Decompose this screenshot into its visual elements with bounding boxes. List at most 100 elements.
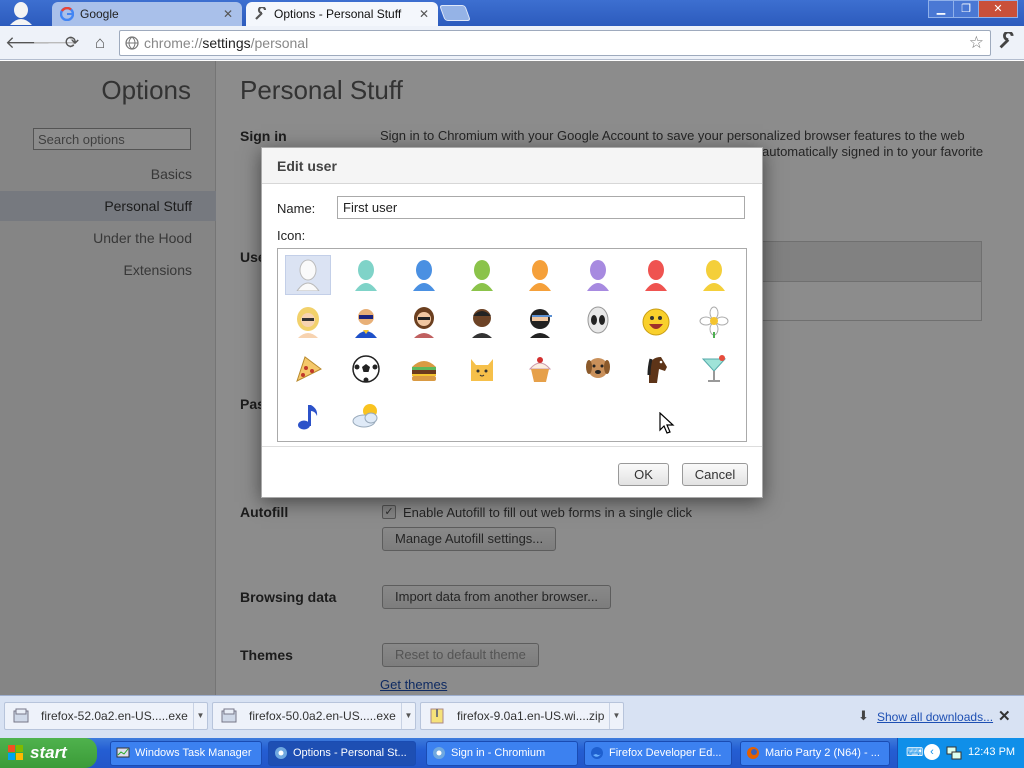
url-text[interactable]: chrome://settings/personal bbox=[144, 35, 308, 51]
name-label: Name: bbox=[277, 201, 316, 216]
ok-button[interactable]: OK bbox=[618, 463, 669, 486]
avatar-blue-icon[interactable] bbox=[401, 255, 447, 295]
back-icon[interactable]: 🡐 bbox=[5, 33, 51, 53]
close-window-button[interactable]: ✕ bbox=[978, 0, 1018, 18]
superhero-icon[interactable] bbox=[343, 302, 389, 342]
globe-icon bbox=[125, 36, 139, 50]
man-icon[interactable] bbox=[459, 302, 505, 342]
woman-sunglasses-icon[interactable] bbox=[401, 302, 447, 342]
chevron-down-icon[interactable]: ▼ bbox=[401, 703, 415, 729]
taskbar-item-label: Options - Personal St... bbox=[293, 747, 407, 759]
keyboard-icon[interactable]: ⌨ bbox=[906, 745, 923, 759]
installer-file-icon bbox=[221, 708, 237, 723]
close-icon[interactable]: ✕ bbox=[418, 7, 430, 21]
cocktail-icon[interactable] bbox=[691, 349, 737, 389]
flower-icon[interactable] bbox=[691, 302, 737, 342]
task-manager-icon bbox=[116, 747, 130, 758]
name-input[interactable] bbox=[337, 196, 745, 219]
sun-cloud-icon[interactable] bbox=[343, 396, 389, 436]
smiley-icon[interactable] bbox=[633, 302, 679, 342]
taskbar-item-label: Mario Party 2 (N64) - ... bbox=[765, 747, 880, 759]
home-icon[interactable]: ⌂ bbox=[89, 33, 111, 53]
wrench-menu-icon[interactable] bbox=[996, 30, 1018, 54]
start-label: start bbox=[30, 743, 67, 762]
download-filename: firefox-52.0a2.en-US.....exe bbox=[41, 709, 188, 723]
download-filename: firefox-50.0a2.en-US.....exe bbox=[249, 709, 396, 723]
cupcake-icon[interactable] bbox=[517, 349, 563, 389]
bookmark-star-icon[interactable]: ☆ bbox=[969, 33, 984, 53]
avatar-white-icon[interactable] bbox=[285, 255, 331, 295]
system-tray: ⌨ ‹ 12:43 PM bbox=[897, 738, 1024, 768]
avatar-red-icon[interactable] bbox=[633, 255, 679, 295]
avatar-teal-icon[interactable] bbox=[343, 255, 389, 295]
taskbar-item[interactable]: Sign in - Chromium bbox=[426, 741, 578, 766]
google-icon bbox=[60, 7, 74, 21]
browser-toolbar: 🡐 🡒 ⟳ ⌂ chrome://settings/personal ☆ bbox=[0, 26, 1024, 60]
tab-strip: Google ✕ Options - Personal Stuff ✕ ▁ ❐ … bbox=[0, 0, 1024, 26]
clock: 12:43 PM bbox=[968, 746, 1016, 758]
close-icon[interactable]: ✕ bbox=[998, 707, 1011, 725]
hamburger-icon[interactable] bbox=[401, 349, 447, 389]
reload-icon[interactable]: ⟳ bbox=[61, 33, 83, 53]
url-host: settings bbox=[202, 35, 251, 51]
firefox-icon bbox=[747, 747, 759, 759]
network-icon[interactable] bbox=[946, 745, 962, 761]
download-filename: firefox-9.0a1.en-US.wi....zip bbox=[457, 709, 605, 723]
taskbar-item[interactable]: Options - Personal St... bbox=[268, 741, 416, 766]
new-tab-button[interactable] bbox=[439, 5, 471, 21]
omnibox[interactable]: chrome://settings/personal ☆ bbox=[119, 30, 991, 56]
chevron-down-icon[interactable]: ▼ bbox=[609, 703, 623, 729]
cat-icon[interactable] bbox=[459, 349, 505, 389]
show-all-downloads-link[interactable]: Show all downloads... bbox=[877, 710, 993, 724]
taskbar-item[interactable]: Mario Party 2 (N64) - ... bbox=[740, 741, 890, 766]
taskbar-item[interactable]: Windows Task Manager bbox=[110, 741, 262, 766]
avatar-green-icon[interactable] bbox=[459, 255, 505, 295]
soccer-ball-icon[interactable] bbox=[343, 349, 389, 389]
pizza-icon[interactable] bbox=[285, 349, 331, 389]
tab-title: Google bbox=[80, 7, 119, 21]
installer-file-icon bbox=[13, 708, 29, 723]
icon-label: Icon: bbox=[277, 228, 306, 243]
chromium-icon bbox=[275, 747, 287, 759]
avatar-yellow-icon[interactable] bbox=[691, 255, 737, 295]
start-button[interactable]: start bbox=[0, 738, 97, 768]
cancel-button[interactable]: Cancel bbox=[682, 463, 748, 486]
music-note-icon[interactable] bbox=[285, 396, 331, 436]
downloads-shelf: firefox-52.0a2.en-US.....exe ▼ firefox-5… bbox=[0, 695, 1024, 738]
ninja-icon[interactable] bbox=[517, 302, 563, 342]
zip-file-icon bbox=[430, 708, 444, 724]
edit-user-dialog: Edit user Name: Icon: OK bbox=[261, 147, 763, 498]
download-item[interactable]: firefox-50.0a2.en-US.....exe ▼ bbox=[212, 702, 416, 730]
dog-icon[interactable] bbox=[575, 349, 621, 389]
url-scheme: chrome:// bbox=[144, 35, 203, 51]
forward-icon[interactable]: 🡒 bbox=[32, 33, 78, 53]
chevron-down-icon[interactable]: ▼ bbox=[193, 703, 207, 729]
download-item[interactable]: firefox-52.0a2.en-US.....exe ▼ bbox=[4, 702, 208, 730]
mouse-cursor-icon bbox=[659, 412, 675, 434]
taskbar-item[interactable]: Firefox Developer Ed... bbox=[584, 741, 732, 766]
icon-grid bbox=[277, 248, 747, 442]
close-icon[interactable]: ✕ bbox=[222, 7, 234, 21]
dialog-title: Edit user bbox=[277, 158, 337, 174]
windows-taskbar: start Windows Task Manager Options - Per… bbox=[0, 738, 1024, 768]
taskbar-item-label: Sign in - Chromium bbox=[451, 747, 546, 759]
minimize-button[interactable]: ▁ bbox=[928, 0, 954, 18]
blonde-woman-icon[interactable] bbox=[285, 302, 331, 342]
alien-icon[interactable] bbox=[575, 302, 621, 342]
profile-avatar-icon[interactable] bbox=[8, 1, 34, 25]
download-item[interactable]: firefox-9.0a1.en-US.wi....zip ▼ bbox=[420, 702, 624, 730]
firefox-developer-icon bbox=[591, 747, 603, 759]
taskbar-item-label: Windows Task Manager bbox=[135, 747, 252, 759]
maximize-button[interactable]: ❐ bbox=[953, 0, 979, 18]
avatar-purple-icon[interactable] bbox=[575, 255, 621, 295]
avatar-orange-icon[interactable] bbox=[517, 255, 563, 295]
horse-icon[interactable] bbox=[633, 349, 679, 389]
chevron-left-icon[interactable]: ‹ bbox=[924, 744, 940, 760]
tab-options[interactable]: Options - Personal Stuff ✕ bbox=[246, 2, 438, 26]
taskbar-item-label: Firefox Developer Ed... bbox=[609, 747, 722, 759]
dialog-footer: OK Cancel bbox=[262, 446, 762, 498]
tab-google[interactable]: Google ✕ bbox=[52, 2, 242, 26]
windows-logo-icon bbox=[8, 745, 23, 760]
dialog-header: Edit user bbox=[262, 148, 762, 184]
wrench-icon bbox=[254, 7, 268, 21]
